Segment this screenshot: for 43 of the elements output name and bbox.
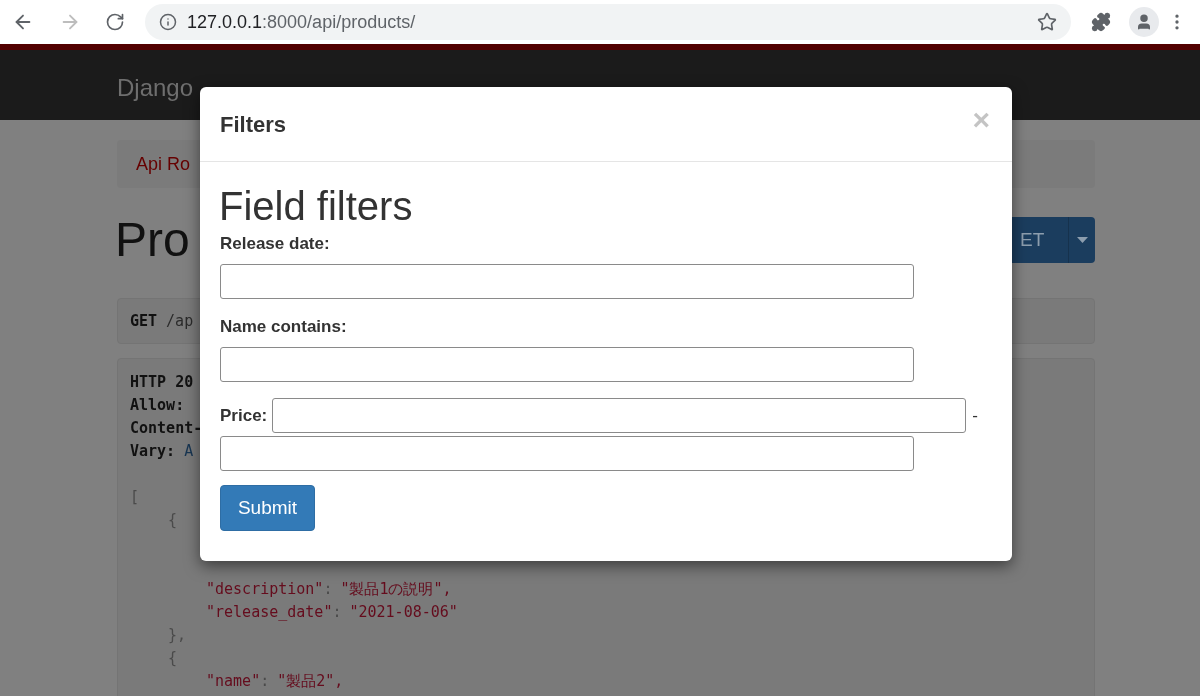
json-key: "description" (206, 578, 324, 601)
breadcrumb-link[interactable]: Api Ro (136, 150, 191, 178)
range-separator: - (972, 404, 978, 427)
puzzle-icon[interactable] (1091, 12, 1111, 32)
json-bracket: { (168, 648, 178, 670)
field-label: Name contains: (220, 316, 347, 338)
filter-input[interactable] (220, 264, 914, 299)
header-name: Allow: (130, 395, 185, 417)
filter-input[interactable] (272, 398, 967, 433)
caret-icon (1077, 237, 1088, 243)
section-heading: Field filters (219, 184, 413, 228)
url-text: 127.0.0.1:8000/api/products/ (187, 10, 416, 34)
header-name: Content- (130, 418, 203, 440)
header-name: HTTP 20 (130, 372, 194, 394)
reload-icon[interactable] (105, 12, 125, 32)
json-colon: : (260, 671, 270, 693)
page-title: Pro (115, 212, 190, 268)
person-icon (1135, 13, 1153, 31)
json-key: "name" (206, 670, 261, 693)
header-value: A (184, 441, 194, 463)
json-key: "release_date" (206, 601, 333, 624)
json-bracket: }, (168, 625, 187, 647)
field-label: Price: (220, 404, 268, 427)
json-value: "2021-08-06" (349, 602, 458, 624)
brand-title[interactable]: Django (117, 70, 194, 106)
filter-input[interactable] (220, 347, 914, 382)
field-label: Release date: (220, 233, 330, 255)
json-bracket: [ (130, 487, 140, 509)
profile-avatar[interactable] (1129, 7, 1159, 37)
json-colon: : (332, 602, 342, 624)
info-icon[interactable] (159, 13, 177, 31)
request-path: /ap (166, 310, 194, 332)
json-value: "製品2", (277, 671, 344, 693)
json-value: "製品1の説明", (340, 579, 452, 601)
request-method: GET (130, 310, 158, 332)
json-colon: : (323, 579, 333, 601)
submit-button[interactable]: Submit (220, 485, 315, 531)
bookmark-star-icon[interactable] (1037, 12, 1057, 32)
header-name: Vary: (130, 441, 176, 463)
address-bar[interactable]: 127.0.0.1:8000/api/products/ (145, 4, 1071, 40)
json-bracket: { (168, 510, 178, 532)
filter-input[interactable] (220, 436, 914, 471)
modal-title: Filters (220, 110, 287, 139)
